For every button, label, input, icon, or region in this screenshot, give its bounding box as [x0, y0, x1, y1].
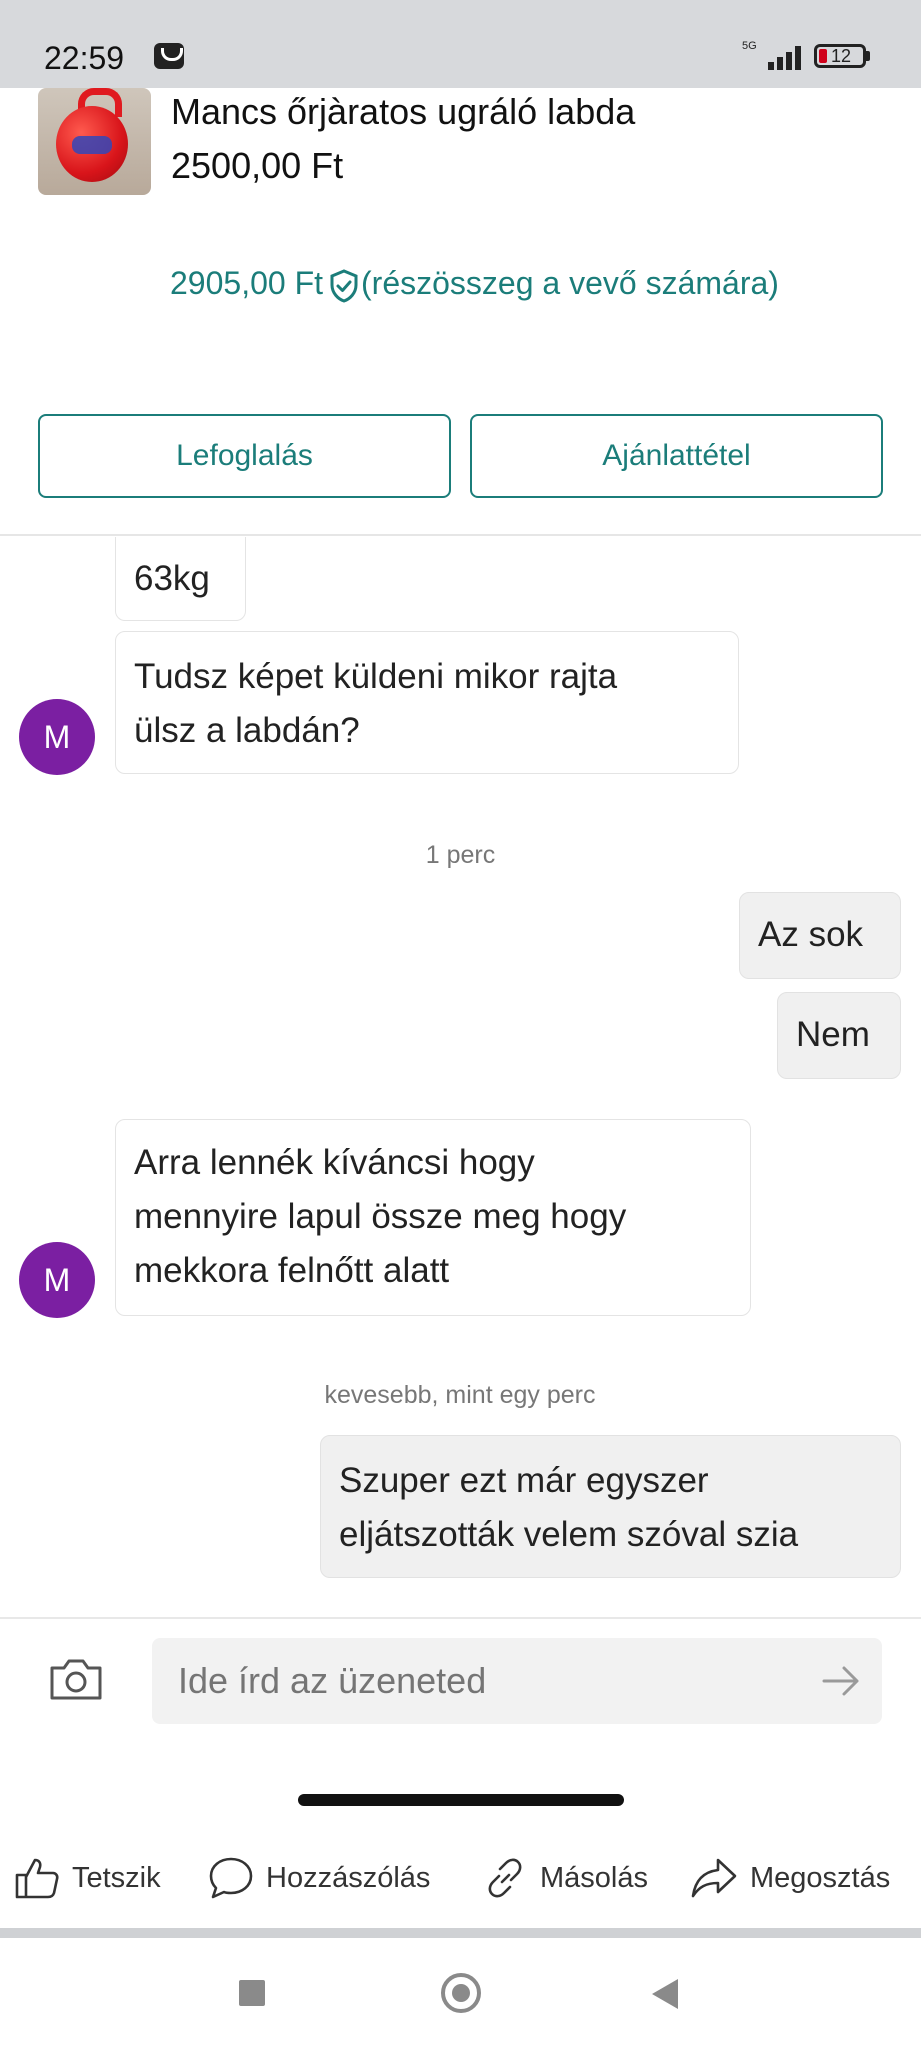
battery-icon: 12: [814, 44, 866, 68]
comment-bubble-icon: [209, 1857, 253, 1899]
message-bubble-incoming: Arra lennék kíváncsi hogy mennyire lapul…: [115, 1119, 751, 1316]
reserve-button[interactable]: Lefoglalás: [38, 414, 451, 498]
divider: [0, 1617, 921, 1619]
divider: [0, 534, 921, 536]
network-type: 5G: [742, 40, 757, 52]
thumbs-up-icon: [15, 1858, 59, 1899]
back-arrow-icon[interactable]: [652, 1979, 678, 2009]
total-price-line: 2905,00 Ft (részösszeg a vevő számára): [170, 265, 779, 303]
total-price-note: (részösszeg a vevő számára): [361, 265, 779, 301]
product-price: 2500,00 Ft: [171, 145, 344, 186]
message-bubble-outgoing: Az sok: [739, 892, 901, 979]
home-button-icon[interactable]: [441, 1973, 481, 2013]
message-bubble-incoming: 63kg: [115, 537, 246, 621]
avatar[interactable]: M: [19, 1242, 95, 1318]
message-bubble-outgoing: Szuper ezt már egyszer eljátszották vele…: [320, 1435, 901, 1578]
message-bubble-incoming: Tudsz képet küldeni mikor rajta ülsz a l…: [115, 631, 739, 774]
message-bubble-outgoing: Nem: [777, 992, 901, 1079]
link-icon: [488, 1858, 522, 1898]
battery-tip: [866, 51, 870, 61]
message-input[interactable]: [152, 1638, 882, 1724]
shield-check-icon: [330, 268, 358, 303]
comment-label: Hozzászólás: [266, 1861, 431, 1894]
comment-button[interactable]: Hozzászólás: [208, 1848, 430, 1908]
send-arrow-icon[interactable]: [822, 1664, 860, 1698]
share-arrow-icon: [691, 1858, 737, 1898]
product-thumbnail[interactable]: [38, 88, 151, 195]
separator-band: [0, 1928, 921, 1938]
avatar[interactable]: M: [19, 699, 95, 775]
message-timestamp: 1 perc: [425, 841, 496, 869]
share-button[interactable]: Megosztás: [690, 1848, 890, 1908]
make-offer-button[interactable]: Ajánlattétel: [470, 414, 883, 498]
like-button[interactable]: Tetszik: [14, 1848, 161, 1908]
battery-level: 12: [831, 46, 852, 66]
total-price: 2905,00 Ft: [170, 265, 323, 301]
signal-icon: [768, 44, 808, 70]
camera-icon[interactable]: [48, 1656, 104, 1702]
product-title[interactable]: Mancs őrjàratos ugráló labda: [171, 88, 635, 136]
like-label: Tetszik: [72, 1861, 161, 1894]
share-label: Megosztás: [750, 1861, 891, 1894]
recent-apps-icon[interactable]: [239, 1980, 265, 2006]
copy-link-button[interactable]: Másolás: [482, 1848, 648, 1908]
copy-label: Másolás: [540, 1861, 648, 1894]
status-time: 22:59: [44, 40, 125, 76]
message-timestamp: kevesebb, mint egy perc: [324, 1381, 596, 1409]
notification-icon: [154, 43, 184, 69]
home-indicator: [298, 1794, 624, 1806]
